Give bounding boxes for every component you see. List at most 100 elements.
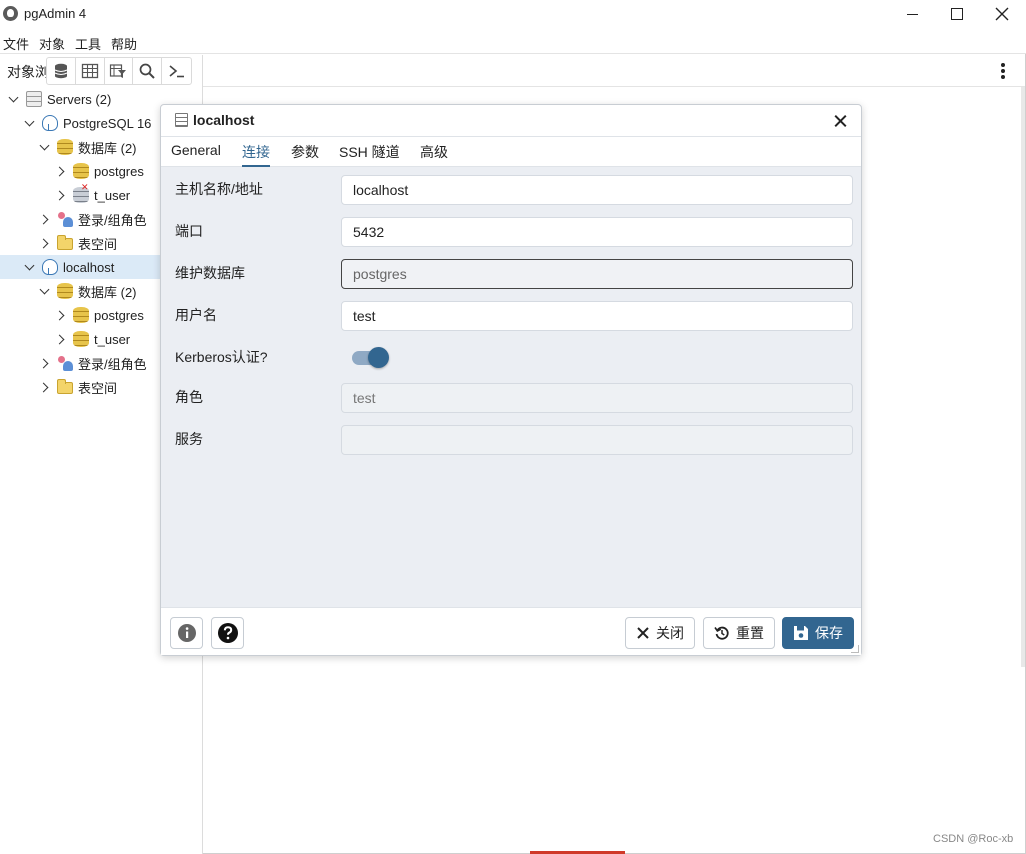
pgadmin-logo-icon: [3, 6, 18, 21]
search-icon: [139, 63, 155, 79]
main-toolbar: [203, 55, 1025, 87]
roles-icon: [57, 355, 73, 371]
tab-connection[interactable]: 连接: [242, 142, 270, 167]
dialog-close-button[interactable]: [829, 109, 853, 133]
close-button[interactable]: 关闭: [625, 617, 695, 649]
database-icon: [73, 307, 89, 323]
tab-general[interactable]: General: [171, 142, 221, 167]
close-icon: [995, 7, 1009, 21]
help-button[interactable]: [211, 617, 244, 649]
folder-icon: [57, 235, 73, 250]
chevron-down-icon[interactable]: [39, 285, 51, 297]
tree-node-label: postgres: [94, 307, 144, 323]
dialog-footer: 关闭 重置 保存: [161, 607, 861, 655]
tree-node-label: 表空间: [78, 236, 118, 252]
chevron-down-icon[interactable]: [24, 261, 36, 273]
tree-node-label: t_user: [94, 331, 131, 347]
menu-bar: 文件 对象 工具 帮助: [0, 28, 1026, 54]
username-label: 用户名: [175, 307, 217, 323]
tree-node-label: Servers (2): [47, 91, 112, 107]
reset-icon: [714, 626, 729, 640]
dialog-header: localhost: [161, 105, 861, 137]
chevron-right-icon[interactable]: [39, 357, 51, 369]
search-objects-button[interactable]: [133, 58, 163, 84]
tree-node-label: postgres: [94, 163, 144, 179]
save-button-label: 保存: [815, 625, 843, 641]
app-window: pgAdmin 4 文件 对象 工具 帮助 对象浏 Servers (2) Po…: [0, 0, 1026, 854]
kerberos-toggle[interactable]: [352, 347, 389, 368]
filtered-rows-button[interactable]: [105, 58, 134, 84]
info-icon: [177, 624, 196, 642]
vertical-scrollbar[interactable]: [1021, 87, 1025, 667]
menu-help[interactable]: 帮助: [111, 34, 137, 53]
chevron-down-icon[interactable]: [24, 117, 36, 129]
watermark: CSDN @Roc-xb: [933, 833, 1014, 845]
tree-node-label: 登录/组角色: [78, 356, 147, 372]
tab-parameters[interactable]: 参数: [291, 142, 319, 167]
database-disconnected-icon: [73, 182, 89, 203]
dialog-title: localhost: [193, 112, 255, 128]
server-icon: [175, 113, 188, 127]
view-data-button[interactable]: [76, 58, 105, 84]
window-title: pgAdmin 4: [24, 6, 87, 21]
role-input[interactable]: test: [341, 383, 853, 413]
chevron-right-icon[interactable]: [55, 333, 67, 345]
chevron-right-icon[interactable]: [55, 189, 67, 201]
tree-node-label: 数据库 (2): [78, 284, 137, 300]
chevron-right-icon[interactable]: [39, 213, 51, 225]
reset-button[interactable]: 重置: [703, 617, 775, 649]
menu-tools[interactable]: 工具: [75, 34, 101, 53]
table-icon: [81, 63, 98, 79]
tree-node-label: PostgreSQL 16: [63, 115, 152, 131]
elephant-icon: [42, 259, 58, 275]
resize-handle[interactable]: [851, 645, 859, 653]
database-icon: [57, 139, 73, 155]
more-options-icon[interactable]: [1001, 63, 1005, 79]
host-input[interactable]: localhost: [341, 175, 853, 205]
tab-advanced[interactable]: 高级: [420, 142, 448, 167]
toggle-knob: [368, 347, 389, 368]
tab-ssh-tunnel[interactable]: SSH 隧道: [339, 142, 400, 167]
maintenance-db-input[interactable]: postgres: [341, 259, 853, 289]
service-label: 服务: [175, 431, 203, 447]
object-explorer-tab[interactable]: 对象浏: [0, 55, 46, 85]
host-label: 主机名称/地址: [175, 181, 263, 197]
menu-object[interactable]: 对象: [39, 34, 65, 53]
port-input[interactable]: 5432: [341, 217, 853, 247]
port-label: 端口: [175, 223, 203, 239]
filter-table-icon: [110, 64, 127, 78]
chevron-right-icon[interactable]: [55, 165, 67, 177]
chevron-right-icon[interactable]: [39, 381, 51, 393]
close-icon: [637, 627, 649, 639]
elephant-icon: [42, 115, 58, 131]
save-button[interactable]: 保存: [782, 617, 854, 649]
menu-file[interactable]: 文件: [3, 34, 29, 53]
dialog-body: 主机名称/地址 localhost 端口 5432 维护数据库 postgres…: [161, 167, 861, 607]
server-properties-dialog: localhost General 连接 参数 SSH 隧道 高级 主机名称/地…: [160, 104, 862, 656]
query-tool-db-button[interactable]: [47, 58, 76, 84]
window-close-button[interactable]: [979, 0, 1025, 28]
chevron-right-icon[interactable]: [55, 309, 67, 321]
database-icon: [73, 331, 89, 347]
maintenance-db-label: 维护数据库: [175, 265, 245, 281]
minimize-button[interactable]: [889, 0, 935, 28]
explorer-toolbar: [46, 57, 192, 85]
close-button-label: 关闭: [656, 625, 684, 641]
dialog-tabs: General 连接 参数 SSH 隧道 高级: [161, 137, 861, 167]
username-input[interactable]: test: [341, 301, 853, 331]
database-icon: [57, 283, 73, 299]
title-bar: pgAdmin 4: [0, 0, 1026, 28]
psql-tool-button[interactable]: [162, 58, 191, 84]
maximize-button[interactable]: [934, 0, 980, 28]
service-input[interactable]: [341, 425, 853, 455]
chevron-down-icon[interactable]: [39, 141, 51, 153]
info-button[interactable]: [170, 617, 203, 649]
folder-icon: [57, 379, 73, 394]
chevron-down-icon[interactable]: [8, 93, 20, 105]
servers-icon: [26, 91, 42, 107]
reset-button-label: 重置: [736, 625, 764, 641]
help-icon: [217, 623, 238, 643]
chevron-right-icon[interactable]: [39, 237, 51, 249]
tree-node-label: t_user: [94, 187, 131, 203]
tree-node-label: 表空间: [78, 380, 118, 396]
